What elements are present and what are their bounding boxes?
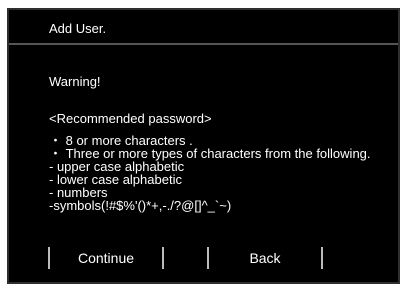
password-requirements-list: ・ 8 or more characters . ・ Three or more…	[49, 134, 371, 212]
add-user-dialog: Add User. Warning! <Recommended password…	[7, 8, 400, 284]
back-button[interactable]: Back	[207, 247, 323, 269]
recommended-password-heading: <Recommended password>	[49, 111, 212, 126]
requirement-symbols: -symbols(!#$%'()*+,-./?@[]^_`~)	[49, 198, 232, 213]
title-bar: Add User.	[9, 10, 398, 45]
continue-button[interactable]: Continue	[48, 247, 164, 269]
warning-label: Warning!	[49, 74, 101, 89]
dialog-title: Add User.	[49, 21, 107, 36]
